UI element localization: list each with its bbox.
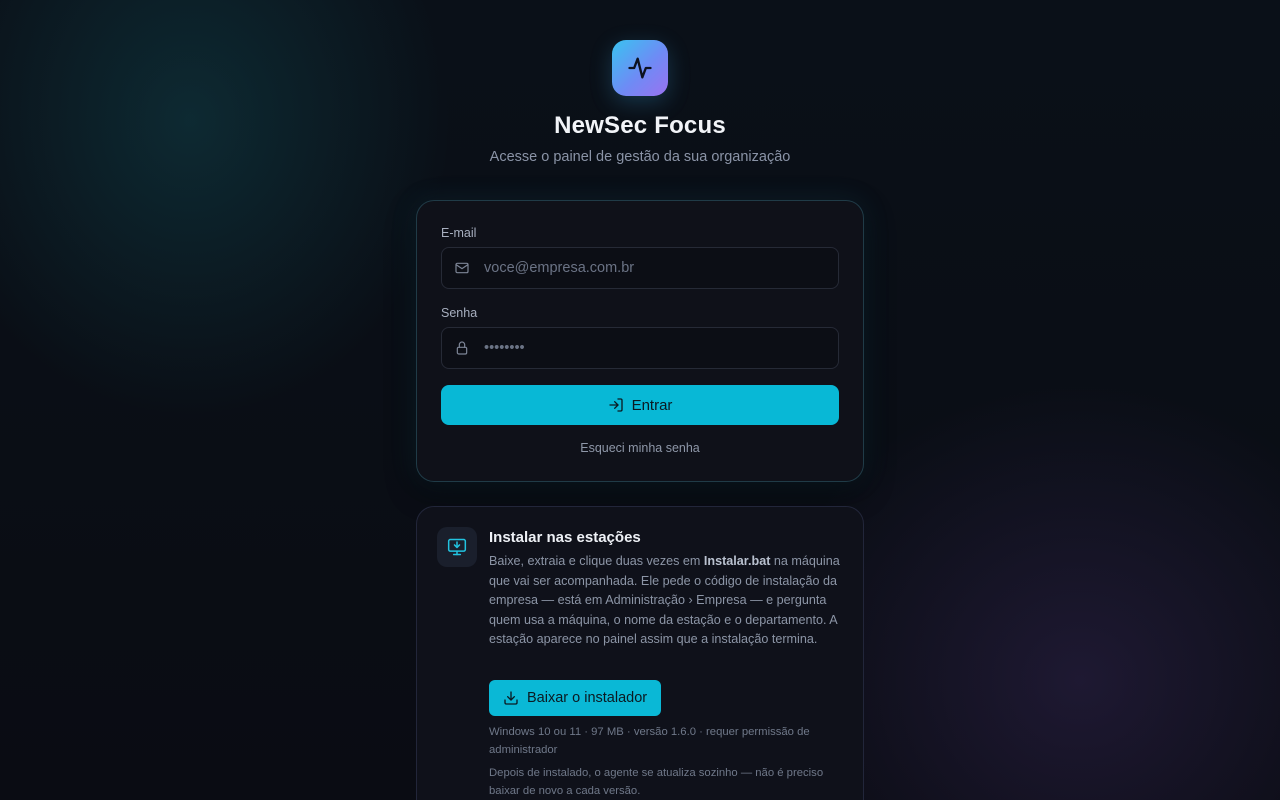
page-subtitle: Acesse o painel de gestão da sua organiz… <box>489 149 791 165</box>
brand-logo <box>612 40 668 96</box>
forgot-password-link[interactable]: Esqueci minha senha <box>417 441 863 455</box>
log-in-icon <box>608 398 623 412</box>
monitor-download-icon <box>447 538 467 556</box>
page-title: NewSec Focus <box>554 112 726 139</box>
login-button[interactable]: Entrar <box>441 385 839 425</box>
login-page: NewSec Focus Acesse o painel de gestão d… <box>0 0 1280 800</box>
password-field-wrapper <box>441 327 839 369</box>
mail-icon <box>455 262 469 274</box>
install-update-note: Depois de instalado, o agente se atualiz… <box>489 767 824 797</box>
lock-icon <box>456 341 468 355</box>
install-card: Instalar nas estações Baixe, extraia e c… <box>416 506 864 800</box>
install-requirements: Windows 10 ou 11 · 97 MB · versão 1.6.0 … <box>489 726 810 756</box>
email-field[interactable] <box>484 260 824 276</box>
login-button-label: Entrar <box>631 396 673 414</box>
install-icon-container <box>437 527 477 567</box>
login-card: E-mail Senha Entrar Esqueci minha <box>416 200 864 482</box>
activity-pulse-icon <box>628 57 652 79</box>
download-installer-button[interactable]: Baixar o instalador <box>489 680 662 716</box>
install-desc-before: Baixe, extraia e clique duas vezes em <box>489 554 704 568</box>
install-description: Baixe, extraia e clique duas vezes em In… <box>489 552 845 650</box>
install-desc-file: Instalar.bat <box>703 554 771 568</box>
password-field[interactable] <box>484 340 824 356</box>
install-title: Instalar nas estações <box>489 529 641 546</box>
email-field-wrapper <box>441 247 839 289</box>
email-label: E-mail <box>441 226 477 240</box>
download-button-label: Baixar o instalador <box>527 690 648 706</box>
password-label: Senha <box>441 306 478 320</box>
download-icon <box>504 691 518 705</box>
